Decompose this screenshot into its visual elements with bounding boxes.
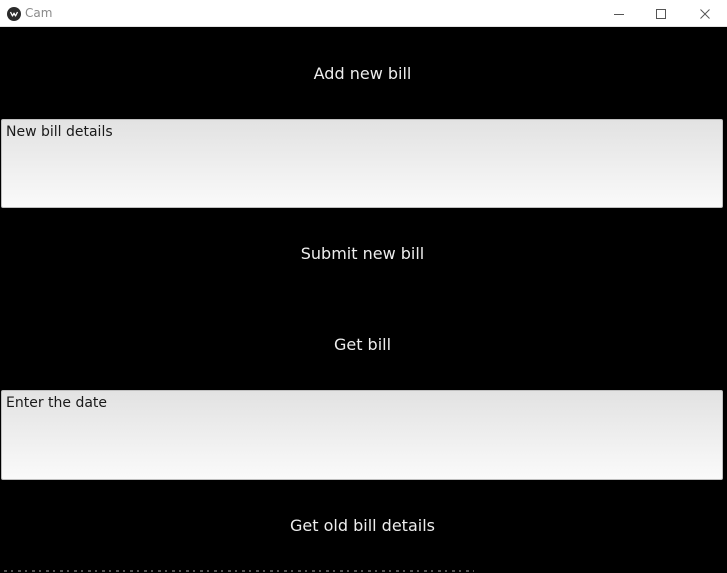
clipped-output-text <box>0 569 727 573</box>
title-bar[interactable]: Cam <box>0 0 727 27</box>
get-old-bill-details-button[interactable]: Get old bill details <box>0 480 725 571</box>
get-old-bill-details-label: Get old bill details <box>290 516 435 535</box>
get-bill-button[interactable]: Get bill <box>0 299 725 390</box>
get-bill-label: Get bill <box>333 335 392 354</box>
submit-new-bill-label: Submit new bill <box>300 244 425 263</box>
date-input[interactable]: Enter the date <box>1 390 723 480</box>
new-bill-details-input[interactable]: New bill details <box>1 119 723 208</box>
close-button[interactable] <box>683 0 727 27</box>
add-new-bill-button[interactable]: Add new bill <box>0 28 725 119</box>
submit-new-bill-button[interactable]: Submit new bill <box>0 208 725 299</box>
new-bill-details-placeholder: New bill details <box>6 124 113 140</box>
window-title: Cam <box>25 6 53 20</box>
maximize-button[interactable] <box>639 0 683 27</box>
add-new-bill-label: Add new bill <box>313 64 412 83</box>
date-placeholder: Enter the date <box>6 395 108 411</box>
kivy-logo-icon <box>7 6 21 21</box>
clipped-text-marks <box>4 570 474 572</box>
minimize-icon <box>613 8 625 20</box>
main-content: Add new bill New bill details Submit new… <box>0 28 727 573</box>
close-icon <box>699 8 711 20</box>
maximize-icon <box>655 8 667 20</box>
app-window: Cam Add new bill New bill details Submit… <box>0 0 727 573</box>
minimize-button[interactable] <box>597 0 641 27</box>
